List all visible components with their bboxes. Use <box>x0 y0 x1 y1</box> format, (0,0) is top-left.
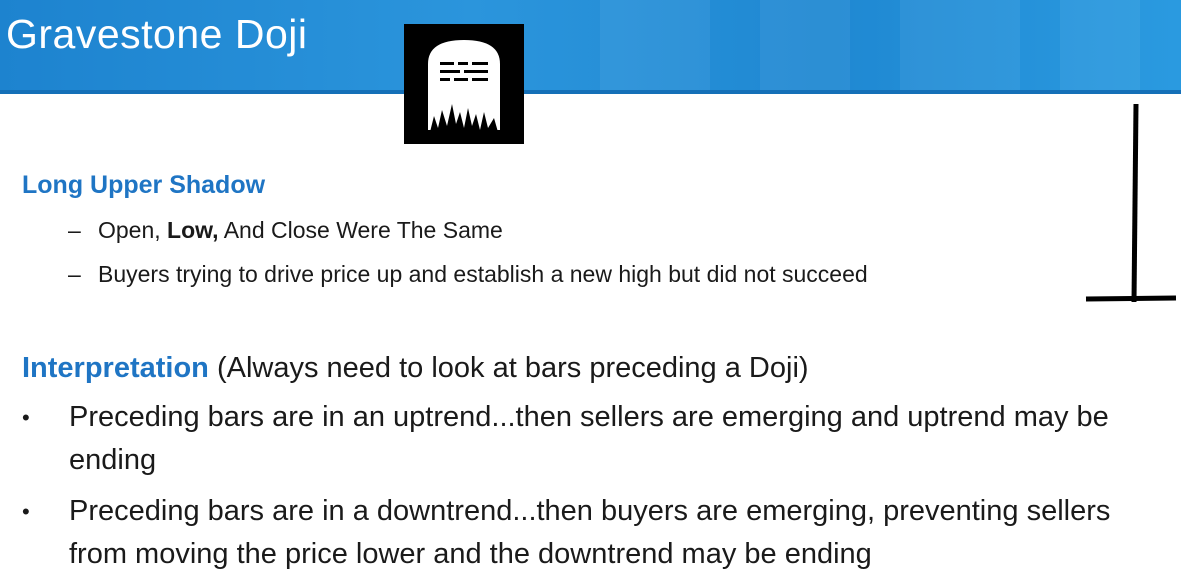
sub-item-text-bold: Low, <box>167 217 219 243</box>
section-heading-long-upper-shadow: Long Upper Shadow <box>22 171 266 199</box>
interpretation-line: Interpretation (Always need to look at b… <box>22 347 809 389</box>
sub-item-text-post: And Close Were The Same <box>218 217 503 243</box>
gravestone-doji-candle-icon <box>1080 103 1180 306</box>
header-tile <box>900 0 1020 94</box>
gravestone-icon <box>404 24 524 144</box>
bullet-marker: • <box>22 499 30 524</box>
page-title: Gravestone Doji <box>6 11 308 57</box>
bullet-text: Preceding bars are in a downtrend...then… <box>69 495 1111 570</box>
header-tile <box>760 0 850 94</box>
bullet-downtrend: • Preceding bars are in a downtrend...th… <box>22 490 1172 576</box>
header-tile <box>600 0 710 94</box>
dash-marker: – <box>68 261 81 287</box>
bullet-uptrend: • Preceding bars are in an uptrend...the… <box>22 396 1172 482</box>
header-divider <box>0 90 1181 94</box>
sub-item-text-pre: Open, <box>98 217 168 243</box>
sub-item-buyers: – Buyers trying to drive price up and est… <box>68 258 868 290</box>
sub-item-open-low-close: – Open, Low, And Close Were The Same <box>68 214 503 246</box>
sub-item-text: Buyers trying to drive price up and esta… <box>98 261 868 287</box>
section-heading-interpretation: Interpretation <box>22 352 209 384</box>
header-tile <box>1060 0 1140 94</box>
title-bar: Gravestone Doji <box>0 0 1181 94</box>
bullet-text: Preceding bars are in an uptrend...then … <box>69 401 1109 476</box>
bullet-marker: • <box>22 405 30 430</box>
dash-marker: – <box>68 217 81 243</box>
interpretation-note: (Always need to look at bars preceding a… <box>208 352 809 384</box>
